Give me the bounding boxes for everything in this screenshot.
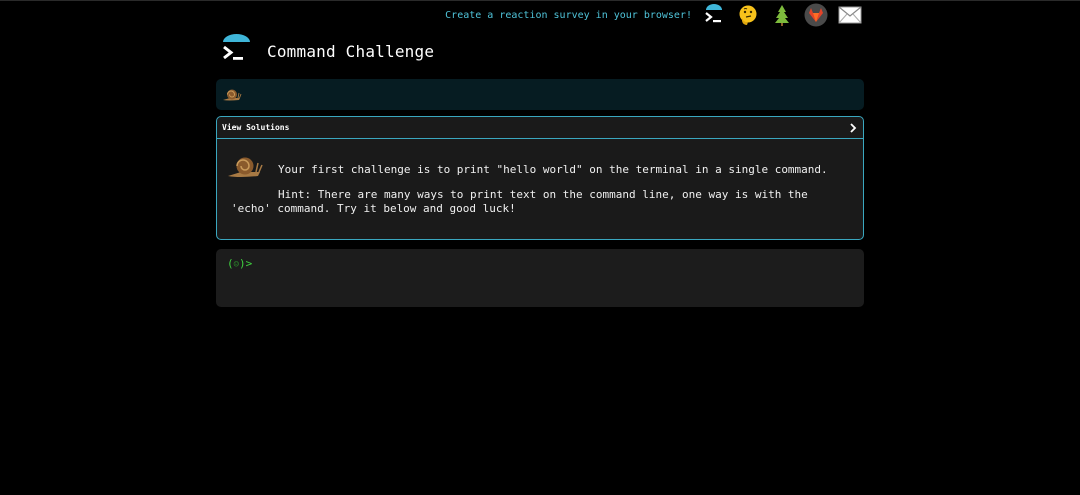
terminal-logo-icon[interactable]: [702, 3, 726, 27]
terminal-input[interactable]: (☺)>: [216, 249, 864, 307]
view-solutions-label: View Solutions: [222, 123, 290, 132]
gitlab-icon[interactable]: [804, 3, 828, 27]
hint-text: Hint: There are many ways to print text …: [231, 188, 808, 215]
promo-link[interactable]: Create a reaction survey in your browser…: [445, 10, 692, 21]
chevron-right-icon[interactable]: [849, 118, 857, 137]
challenge-text: Your first challenge is to print "hello …: [278, 163, 828, 176]
tree-icon[interactable]: [770, 3, 794, 27]
view-solutions-toggle[interactable]: View Solutions: [217, 117, 863, 139]
page-title: Command Challenge: [267, 42, 435, 61]
thinking-emoji-icon[interactable]: [736, 3, 760, 27]
challenge-panel: View Solutions Your first challenge is t…: [216, 116, 864, 240]
site-header: Command Challenge: [220, 33, 434, 70]
progress-bar: [216, 79, 864, 110]
envelope-icon[interactable]: [838, 3, 862, 27]
top-border: [0, 0, 1080, 1]
topbar: Create a reaction survey in your browser…: [445, 2, 862, 28]
snail-icon: [222, 87, 242, 106]
snail-icon: [227, 155, 263, 182]
terminal-prompt: (☺)>: [227, 257, 253, 270]
site-logo-icon[interactable]: [220, 33, 253, 70]
